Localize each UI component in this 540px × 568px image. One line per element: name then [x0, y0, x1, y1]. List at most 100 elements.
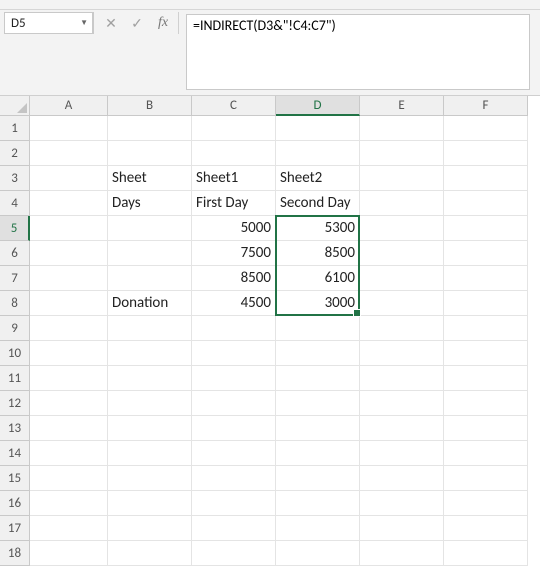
- cell[interactable]: Donation: [108, 291, 192, 316]
- cell[interactable]: [30, 216, 108, 241]
- cell[interactable]: [108, 141, 192, 166]
- cell[interactable]: [30, 191, 108, 216]
- cell[interactable]: [108, 516, 192, 541]
- cell[interactable]: [276, 466, 360, 491]
- cell[interactable]: [276, 316, 360, 341]
- cell[interactable]: [276, 391, 360, 416]
- cell[interactable]: [30, 141, 108, 166]
- cell[interactable]: [444, 391, 528, 416]
- cell[interactable]: [444, 216, 528, 241]
- column-header[interactable]: B: [108, 96, 192, 116]
- cell[interactable]: [192, 541, 276, 566]
- cell[interactable]: [360, 441, 444, 466]
- cell[interactable]: 3000: [276, 291, 360, 316]
- cell[interactable]: [444, 316, 528, 341]
- cell[interactable]: Second Day: [276, 191, 360, 216]
- column-header[interactable]: A: [30, 96, 108, 116]
- row-header[interactable]: 10: [0, 341, 30, 366]
- cell[interactable]: [444, 241, 528, 266]
- row-header[interactable]: 18: [0, 541, 30, 566]
- cell[interactable]: [276, 441, 360, 466]
- cell[interactable]: [444, 141, 528, 166]
- row-header[interactable]: 2: [0, 141, 30, 166]
- cell[interactable]: [30, 316, 108, 341]
- cell[interactable]: [360, 416, 444, 441]
- column-header[interactable]: E: [360, 96, 444, 116]
- column-header[interactable]: D: [276, 96, 360, 116]
- cell[interactable]: [108, 316, 192, 341]
- row-header[interactable]: 5: [0, 216, 30, 241]
- cell[interactable]: [108, 391, 192, 416]
- cell[interactable]: [276, 491, 360, 516]
- cell[interactable]: First Day: [192, 191, 276, 216]
- row-header[interactable]: 7: [0, 266, 30, 291]
- cell[interactable]: [30, 116, 108, 141]
- cell[interactable]: [276, 366, 360, 391]
- cell[interactable]: [360, 466, 444, 491]
- cell[interactable]: [276, 516, 360, 541]
- cell[interactable]: [360, 191, 444, 216]
- row-header[interactable]: 15: [0, 466, 30, 491]
- cell[interactable]: [444, 166, 528, 191]
- cell[interactable]: [192, 416, 276, 441]
- cell[interactable]: [276, 541, 360, 566]
- spreadsheet-grid[interactable]: ABCDEF 123456789101112131415161718 Sheet…: [0, 96, 540, 568]
- cell[interactable]: [30, 341, 108, 366]
- cell[interactable]: Days: [108, 191, 192, 216]
- cell[interactable]: [192, 391, 276, 416]
- cell[interactable]: [30, 416, 108, 441]
- cell[interactable]: 4500: [192, 291, 276, 316]
- cell[interactable]: [444, 416, 528, 441]
- cell[interactable]: [192, 366, 276, 391]
- fx-icon[interactable]: fx: [151, 12, 175, 34]
- cell[interactable]: [108, 266, 192, 291]
- cell[interactable]: [444, 116, 528, 141]
- cell[interactable]: [192, 341, 276, 366]
- cell[interactable]: Sheet1: [192, 166, 276, 191]
- cell[interactable]: [192, 466, 276, 491]
- cell[interactable]: [444, 441, 528, 466]
- row-header[interactable]: 14: [0, 441, 30, 466]
- cell[interactable]: [30, 291, 108, 316]
- cell[interactable]: [444, 291, 528, 316]
- accept-icon[interactable]: ✓: [125, 12, 149, 34]
- cell[interactable]: [30, 516, 108, 541]
- row-header[interactable]: 6: [0, 241, 30, 266]
- cell[interactable]: [192, 441, 276, 466]
- name-box[interactable]: D5 ▼: [4, 12, 93, 34]
- cell[interactable]: [360, 266, 444, 291]
- formula-input[interactable]: [186, 14, 530, 90]
- cell[interactable]: [276, 416, 360, 441]
- row-header[interactable]: 1: [0, 116, 30, 141]
- cell[interactable]: [30, 391, 108, 416]
- cell[interactable]: [108, 541, 192, 566]
- cell[interactable]: [360, 491, 444, 516]
- cell[interactable]: [108, 216, 192, 241]
- cell[interactable]: 8500: [192, 266, 276, 291]
- cell[interactable]: [30, 366, 108, 391]
- cell[interactable]: [192, 141, 276, 166]
- cell[interactable]: 8500: [276, 241, 360, 266]
- cell[interactable]: Sheet2: [276, 166, 360, 191]
- cell[interactable]: [276, 116, 360, 141]
- cell[interactable]: 5000: [192, 216, 276, 241]
- cell[interactable]: [108, 441, 192, 466]
- column-header[interactable]: F: [444, 96, 528, 116]
- cell[interactable]: 6100: [276, 266, 360, 291]
- cell[interactable]: [30, 266, 108, 291]
- cell[interactable]: [108, 491, 192, 516]
- cell[interactable]: [108, 116, 192, 141]
- cell[interactable]: [108, 466, 192, 491]
- cell[interactable]: [360, 341, 444, 366]
- cell[interactable]: [192, 316, 276, 341]
- chevron-down-icon[interactable]: ▼: [80, 18, 88, 28]
- cell[interactable]: [108, 341, 192, 366]
- cell[interactable]: [444, 541, 528, 566]
- cell[interactable]: [360, 216, 444, 241]
- cell[interactable]: [360, 116, 444, 141]
- cell[interactable]: [276, 341, 360, 366]
- cell[interactable]: [444, 341, 528, 366]
- cell[interactable]: [192, 491, 276, 516]
- row-header[interactable]: 8: [0, 291, 30, 316]
- cell[interactable]: 5300: [276, 216, 360, 241]
